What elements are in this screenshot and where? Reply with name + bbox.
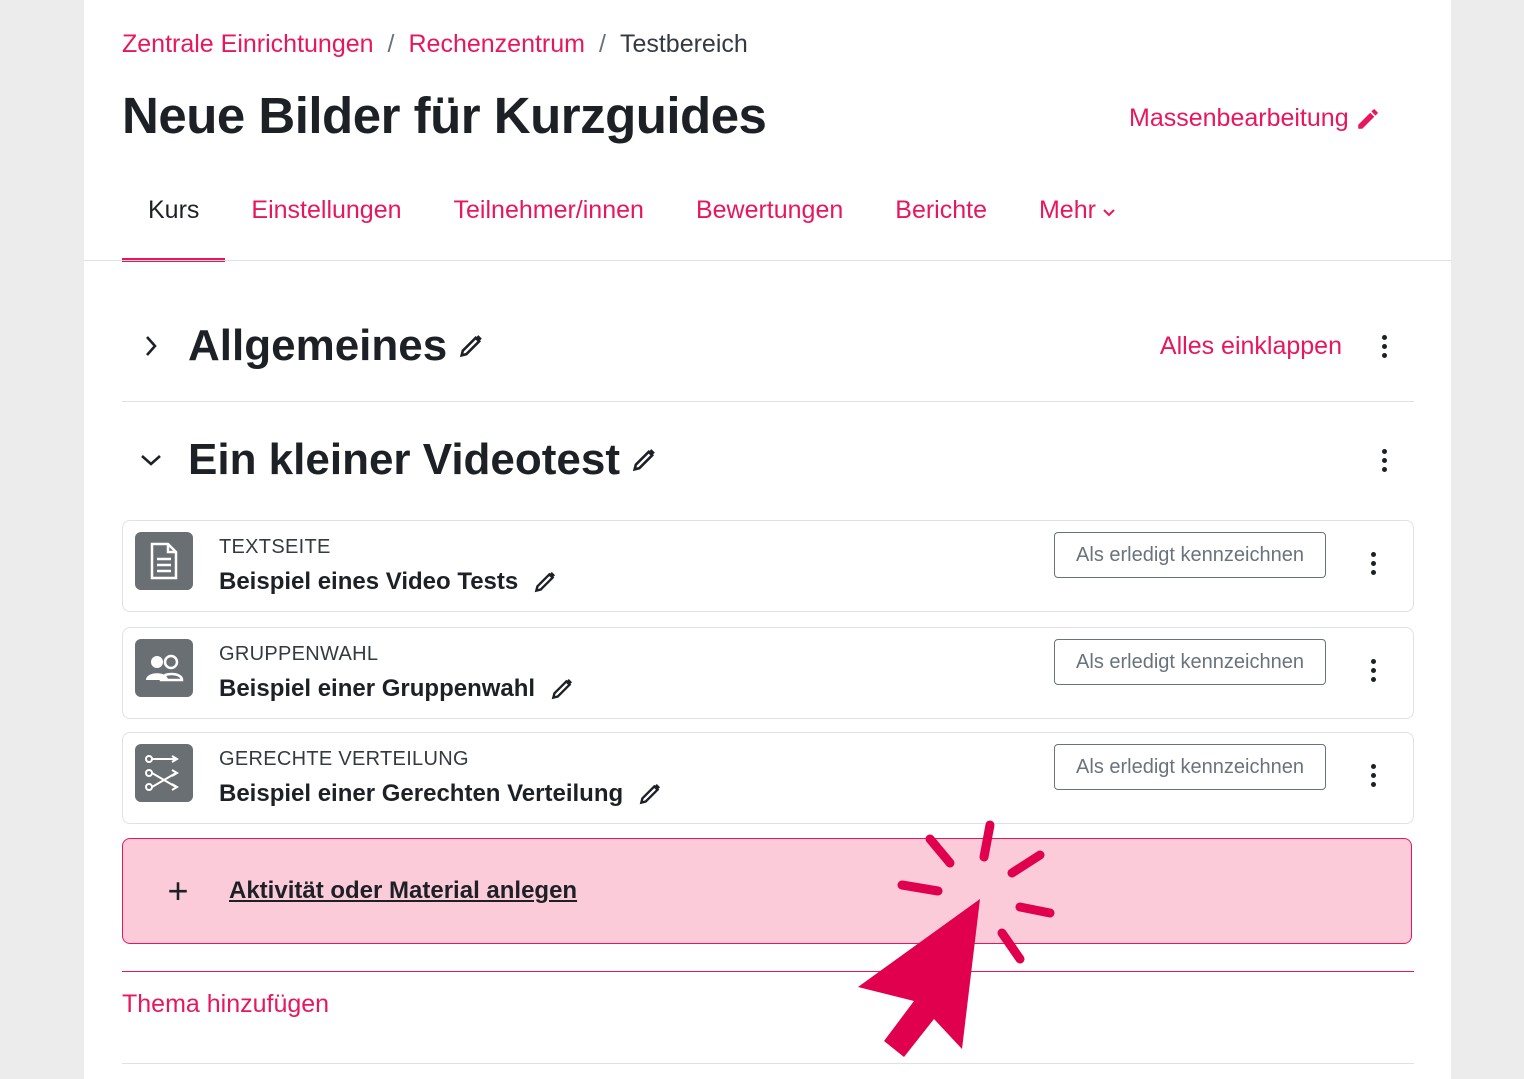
collapse-all-link[interactable]: Alles einklappen: [1160, 332, 1342, 361]
section-divider: [122, 401, 1414, 402]
activity-type: GERECHTE VERTEILUNG: [219, 748, 469, 770]
page-title: Neue Bilder für Kurzguides: [122, 87, 767, 144]
activity-name-link[interactable]: Beispiel einer Gerechten Verteilung: [219, 780, 663, 808]
section-header-allgemeines: Allgemeines Alles einklappen: [122, 318, 1414, 374]
tab-bewertungen[interactable]: Bewertungen: [670, 180, 869, 262]
section-header-videotest: Ein kleiner Videotest: [122, 432, 1414, 488]
activity-menu-icon[interactable]: [1361, 764, 1385, 787]
bulk-edit-label: Massenbearbeitung: [1129, 104, 1349, 132]
edit-pencil-icon[interactable]: [457, 332, 485, 360]
activity-item: GERECHTE VERTEILUNG Beispiel einer Gerec…: [122, 732, 1414, 824]
activity-type: TEXTSEITE: [219, 536, 331, 558]
tab-mehr[interactable]: Mehr: [1013, 180, 1142, 262]
section-title[interactable]: Allgemeines: [188, 321, 447, 371]
section-divider: [122, 1063, 1414, 1064]
tab-einstellungen[interactable]: Einstellungen: [225, 180, 427, 262]
allocation-icon: [135, 744, 193, 802]
activity-name-link[interactable]: Beispiel einer Gruppenwahl: [219, 675, 575, 703]
mark-done-button[interactable]: Als erledigt kennzeichnen: [1054, 639, 1326, 685]
course-tabs: Kurs Einstellungen Teilnehmer/innen Bewe…: [122, 180, 1142, 262]
plus-icon: +: [167, 870, 189, 911]
add-activity-label[interactable]: Aktivität oder Material anlegen: [229, 877, 577, 905]
activity-name-link[interactable]: Beispiel eines Video Tests: [219, 568, 558, 596]
tabs-divider: [84, 260, 1451, 261]
tab-berichte[interactable]: Berichte: [869, 180, 1013, 262]
section-toggle[interactable]: [122, 452, 180, 468]
activity-item: TEXTSEITE Beispiel eines Video Tests Als…: [122, 520, 1414, 612]
edit-pencil-icon[interactable]: [532, 569, 558, 595]
section-divider: [122, 971, 1414, 972]
page-icon: [135, 532, 193, 590]
click-cursor-icon: [858, 820, 1055, 1057]
add-topic-link[interactable]: Thema hinzufügen: [122, 990, 329, 1019]
activity-menu-icon[interactable]: [1361, 552, 1385, 575]
tab-teilnehmer[interactable]: Teilnehmer/innen: [428, 180, 670, 262]
section-menu-icon[interactable]: [1372, 448, 1396, 472]
section-title[interactable]: Ein kleiner Videotest: [188, 435, 620, 485]
section-toggle[interactable]: [122, 334, 180, 358]
chevron-down-icon: [141, 455, 161, 466]
mark-done-button[interactable]: Als erledigt kennzeichnen: [1054, 532, 1326, 578]
bulk-edit-link[interactable]: Massenbearbeitung: [1129, 104, 1381, 133]
edit-pencil-icon[interactable]: [549, 676, 575, 702]
activity-type: GRUPPENWAHL: [219, 643, 379, 665]
course-page: Zentrale Einrichtungen / Rechenzentrum /…: [84, 0, 1451, 1079]
chevron-down-icon: [1103, 209, 1115, 217]
edit-pencil-icon[interactable]: [637, 781, 663, 807]
tab-kurs[interactable]: Kurs: [122, 180, 226, 262]
breadcrumb-current: Testbereich: [619, 30, 748, 58]
breadcrumb-separator: /: [387, 30, 395, 58]
breadcrumb-separator: /: [598, 30, 606, 58]
add-activity-button[interactable]: + Aktivität oder Material anlegen: [122, 838, 1412, 944]
mark-done-button[interactable]: Als erledigt kennzeichnen: [1054, 744, 1326, 790]
chevron-right-icon: [146, 336, 157, 356]
breadcrumb-item-zentrale-einrichtungen[interactable]: Zentrale Einrichtungen: [122, 30, 374, 59]
group-choice-icon: [135, 639, 193, 697]
pencil-icon: [1357, 108, 1378, 129]
breadcrumb: Zentrale Einrichtungen / Rechenzentrum /…: [122, 30, 748, 59]
breadcrumb-item-rechenzentrum[interactable]: Rechenzentrum: [409, 30, 585, 59]
activity-item: GRUPPENWAHL Beispiel einer Gruppenwahl A…: [122, 627, 1414, 719]
edit-pencil-icon[interactable]: [630, 446, 658, 474]
section-menu-icon[interactable]: [1372, 334, 1396, 358]
activity-menu-icon[interactable]: [1361, 659, 1385, 682]
